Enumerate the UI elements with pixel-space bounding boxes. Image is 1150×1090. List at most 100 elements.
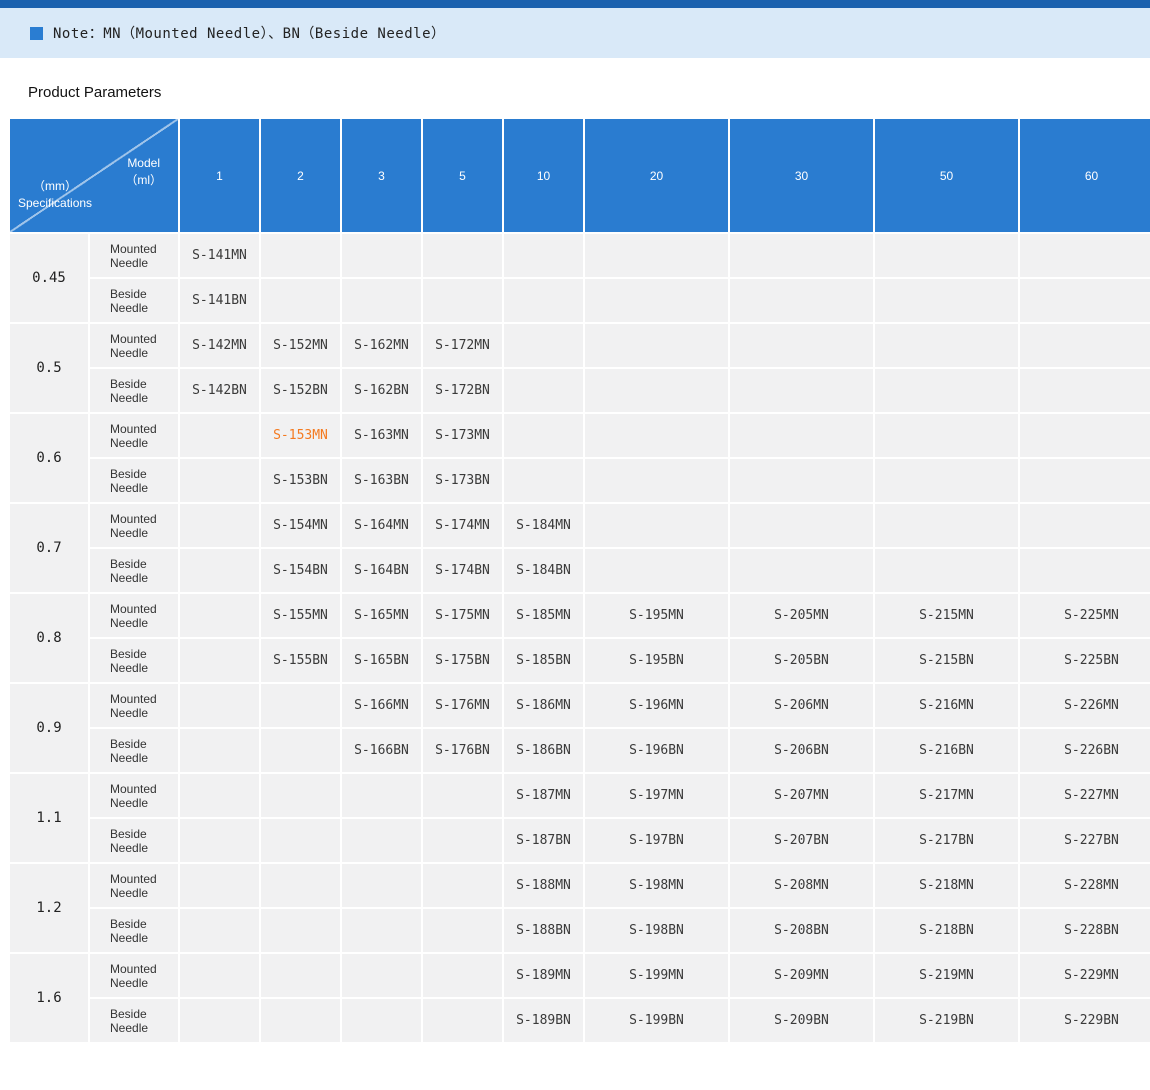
model-code-cell: S-217MN	[875, 774, 1018, 817]
empty-cell	[261, 234, 340, 277]
empty-cell	[180, 684, 259, 727]
table-row: 1.1Mounted NeedleS-187MNS-197MNS-207MNS-…	[10, 774, 1150, 817]
column-header-1ml: 1	[180, 119, 259, 232]
needle-type-cell: Beside Needle	[90, 819, 178, 862]
model-code-cell: S-186BN	[504, 729, 583, 772]
needle-type-cell: Beside Needle	[90, 549, 178, 592]
model-code-cell: S-165MN	[342, 594, 421, 637]
model-code-cell[interactable]: S-153MN	[261, 414, 340, 457]
model-code-cell: S-164BN	[342, 549, 421, 592]
empty-cell	[730, 459, 873, 502]
needle-type-cell: Beside Needle	[90, 279, 178, 322]
note-bar: Note：MN（Mounted Needle）、BN（Beside Needle…	[0, 8, 1150, 58]
model-code-cell: S-205MN	[730, 594, 873, 637]
model-code-cell: S-206MN	[730, 684, 873, 727]
empty-cell	[423, 774, 502, 817]
model-code-cell: S-219BN	[875, 999, 1018, 1042]
table-row: Beside NeedleS-153BNS-163BNS-173BN	[10, 459, 1150, 502]
column-header-5ml: 5	[423, 119, 502, 232]
table-row: 1.2Mounted NeedleS-188MNS-198MNS-208MNS-…	[10, 864, 1150, 907]
header-row: Model（ml）（mm）Specifications1235102030506…	[10, 119, 1150, 232]
column-header-3ml: 3	[342, 119, 421, 232]
table-row: Beside NeedleS-142BNS-152BNS-162BNS-172B…	[10, 369, 1150, 412]
empty-cell	[180, 594, 259, 637]
empty-cell	[261, 279, 340, 322]
empty-cell	[342, 864, 421, 907]
model-code-cell: S-208MN	[730, 864, 873, 907]
empty-cell	[504, 279, 583, 322]
needle-type-cell: Mounted Needle	[90, 324, 178, 367]
empty-cell	[261, 774, 340, 817]
column-header-30ml: 30	[730, 119, 873, 232]
model-code-cell: S-155MN	[261, 594, 340, 637]
empty-cell	[261, 909, 340, 952]
model-code-cell: S-185MN	[504, 594, 583, 637]
spec-cell-0.6: 0.6	[10, 414, 88, 502]
empty-cell	[180, 819, 259, 862]
empty-cell	[261, 819, 340, 862]
needle-type-cell: Beside Needle	[90, 369, 178, 412]
empty-cell	[180, 729, 259, 772]
model-code-cell: S-184MN	[504, 504, 583, 547]
empty-cell	[180, 864, 259, 907]
empty-cell	[504, 369, 583, 412]
table-row: 0.6Mounted NeedleS-153MNS-163MNS-173MN	[10, 414, 1150, 457]
model-code-cell: S-165BN	[342, 639, 421, 682]
model-code-cell: S-229MN	[1020, 954, 1150, 997]
empty-cell	[1020, 234, 1150, 277]
model-code-cell: S-188MN	[504, 864, 583, 907]
empty-cell	[1020, 369, 1150, 412]
needle-type-cell: Beside Needle	[90, 459, 178, 502]
model-code-cell: S-185BN	[504, 639, 583, 682]
empty-cell	[730, 414, 873, 457]
empty-cell	[180, 414, 259, 457]
model-code-cell: S-226MN	[1020, 684, 1150, 727]
model-code-cell: S-218MN	[875, 864, 1018, 907]
model-code-cell: S-172MN	[423, 324, 502, 367]
model-code-cell: S-215BN	[875, 639, 1018, 682]
model-code-cell: S-207MN	[730, 774, 873, 817]
needle-type-cell: Mounted Needle	[90, 234, 178, 277]
model-code-cell: S-199MN	[585, 954, 728, 997]
empty-cell	[875, 549, 1018, 592]
table-row: Beside NeedleS-189BNS-199BNS-209BNS-219B…	[10, 999, 1150, 1042]
table-row: 0.45Mounted NeedleS-141MN	[10, 234, 1150, 277]
empty-cell	[423, 279, 502, 322]
empty-cell	[504, 324, 583, 367]
table-row: 0.5Mounted NeedleS-142MNS-152MNS-162MNS-…	[10, 324, 1150, 367]
empty-cell	[342, 774, 421, 817]
model-code-cell: S-175MN	[423, 594, 502, 637]
spec-cell-0.9: 0.9	[10, 684, 88, 772]
empty-cell	[585, 549, 728, 592]
model-code-cell: S-166MN	[342, 684, 421, 727]
spec-cell-0.45: 0.45	[10, 234, 88, 322]
model-code-cell: S-173BN	[423, 459, 502, 502]
model-code-cell: S-198BN	[585, 909, 728, 952]
empty-cell	[875, 279, 1018, 322]
model-code-cell: S-197BN	[585, 819, 728, 862]
empty-cell	[423, 954, 502, 997]
empty-cell	[423, 864, 502, 907]
empty-cell	[875, 504, 1018, 547]
empty-cell	[504, 459, 583, 502]
empty-cell	[342, 234, 421, 277]
model-code-cell: S-152BN	[261, 369, 340, 412]
model-code-cell: S-216BN	[875, 729, 1018, 772]
table-row: 0.9Mounted NeedleS-166MNS-176MNS-186MNS-…	[10, 684, 1150, 727]
empty-cell	[1020, 324, 1150, 367]
empty-cell	[1020, 279, 1150, 322]
model-code-cell: S-218BN	[875, 909, 1018, 952]
model-code-cell: S-197MN	[585, 774, 728, 817]
model-code-cell: S-199BN	[585, 999, 728, 1042]
table-row: Beside NeedleS-187BNS-197BNS-207BNS-217B…	[10, 819, 1150, 862]
table-row: Beside NeedleS-155BNS-165BNS-175BNS-185B…	[10, 639, 1150, 682]
empty-cell	[730, 504, 873, 547]
empty-cell	[585, 459, 728, 502]
table-row: Beside NeedleS-154BNS-164BNS-174BNS-184B…	[10, 549, 1150, 592]
needle-type-cell: Beside Needle	[90, 999, 178, 1042]
needle-type-cell: Mounted Needle	[90, 954, 178, 997]
model-code-cell: S-141MN	[180, 234, 259, 277]
model-code-cell: S-207BN	[730, 819, 873, 862]
empty-cell	[180, 549, 259, 592]
page-title: Product Parameters	[28, 84, 1150, 101]
